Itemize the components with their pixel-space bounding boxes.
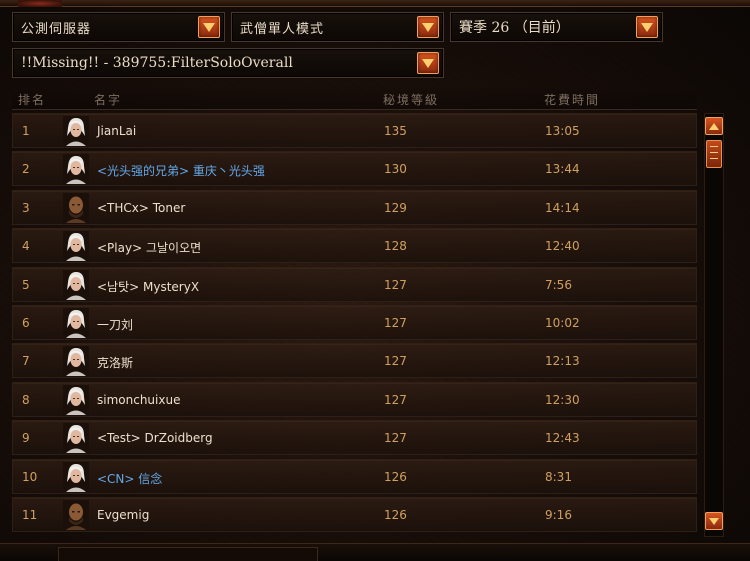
rift-level-cell: 130 [384,162,407,177]
top-ornament [18,0,62,7]
white-hair-monk-portrait-icon [63,346,89,377]
white-hair-monk-portrait-icon [63,231,89,262]
chevron-down-icon[interactable] [417,52,439,74]
time-cell: 13:44 [545,162,580,177]
player-name[interactable]: <CN> 信念 [97,470,162,487]
rift-level-cell: 127 [384,354,407,369]
rank-cell: 1 [22,124,30,138]
arrow-up-icon[interactable] [705,117,723,135]
time-cell: 12:43 [545,431,580,446]
leaderboard-type-dropdown[interactable]: !!Missing!! - 389755:FilterSoloOverall [12,48,444,78]
rank-cell: 8 [22,392,30,407]
table-row[interactable]: 8 simonchuixue 127 12:30 [12,381,697,417]
leaderboard-list: 1 JianLai 135 13:05 2 <光头强的兄弟> 重庆丶光头强 130 13:44… [12,113,697,535]
rank-cell: 11 [22,507,38,522]
column-header-time: 花費時間 [544,93,601,107]
rank-cell: 2 [22,162,30,177]
time-cell: 13:05 [545,124,580,138]
white-hair-monk-portrait-icon [63,461,89,492]
bald-bearded-monk-portrait-icon [63,192,89,223]
rift-level-cell: 129 [384,200,407,215]
chevron-down-icon[interactable] [198,16,220,38]
time-cell: 9:16 [545,507,572,522]
rank-cell: 6 [22,315,30,330]
rank-cell: 7 [22,354,30,369]
rift-level-cell: 128 [384,239,407,254]
white-hair-monk-portrait-icon [63,307,89,338]
table-row[interactable]: 3 <THCx> Toner 129 14:14 [12,189,697,225]
player-name[interactable]: 克洛斯 [97,354,133,371]
mode-dropdown-label: 武僧單人模式 [240,21,325,37]
table-row[interactable]: 1 JianLai 135 13:05 [12,113,697,148]
rift-level-cell: 126 [384,469,407,484]
server-dropdown-label: 公測伺服器 [21,21,92,37]
table-row[interactable]: 4 <Play> 그날이오면 128 12:40 [12,228,697,264]
server-dropdown[interactable]: 公測伺服器 [12,12,225,42]
rank-cell: 10 [22,469,38,484]
rank-cell: 5 [22,277,30,292]
bottom-tab [58,547,318,561]
column-header-name: 名字 [94,93,123,107]
scrollbar-track[interactable] [704,113,724,537]
table-row[interactable]: 9 <Test> DrZoidberg 127 12:43 [12,420,697,456]
player-name[interactable]: <Test> DrZoidberg [97,431,213,445]
table-row[interactable]: 7 克洛斯 127 12:13 [12,343,697,379]
arrow-down-icon[interactable] [705,512,723,530]
rift-level-cell: 127 [384,431,407,446]
rank-cell: 4 [22,239,30,254]
time-cell: 12:30 [545,392,580,407]
season-dropdown-label: 賽季 26 （目前） [459,20,570,36]
rift-level-cell: 127 [384,277,407,292]
column-header-bar: 排名 名字 秘境等級 花費時間 [12,86,697,110]
table-row[interactable]: 10 <CN> 信念 126 8:31 [12,458,697,494]
rank-cell: 9 [22,431,30,446]
white-hair-monk-portrait-icon [63,116,89,146]
table-row[interactable]: 5 <남탓> MysteryX 127 7:56 [12,266,697,302]
time-cell: 7:56 [545,277,572,292]
time-cell: 12:13 [545,354,580,369]
top-frame-trim [0,0,750,7]
player-name[interactable]: JianLai [97,124,136,138]
white-hair-monk-portrait-icon [63,384,89,415]
bald-bearded-monk-portrait-icon [63,499,89,530]
scrollbar-thumb[interactable] [706,140,722,168]
leaderboard-type-label: !!Missing!! - 389755:FilterSoloOverall [21,55,293,71]
table-row[interactable]: 6 一刀刘 127 10:02 [12,304,697,340]
column-header-rank: 排名 [18,93,47,107]
player-name[interactable]: 一刀刘 [97,316,133,333]
time-cell: 12:40 [545,239,580,254]
time-cell: 10:02 [545,315,580,330]
player-name[interactable]: Evgemig [97,508,149,522]
mode-dropdown[interactable]: 武僧單人模式 [231,12,444,42]
rift-level-cell: 135 [384,124,407,138]
rank-cell: 3 [22,200,30,215]
white-hair-monk-portrait-icon [63,154,89,185]
player-name[interactable]: simonchuixue [97,393,180,407]
time-cell: 8:31 [545,469,572,484]
table-row[interactable]: 2 <光头强的兄弟> 重庆丶光头强 130 13:44 [12,151,697,187]
column-header-level: 秘境等級 [383,93,440,107]
table-row[interactable]: 11 Evgemig 126 9:16 [12,496,697,532]
player-name[interactable]: <Play> 그날이오면 [97,239,201,256]
rift-level-cell: 127 [384,392,407,407]
player-name[interactable]: <THCx> Toner [97,201,185,215]
chevron-down-icon[interactable] [636,16,658,38]
white-hair-monk-portrait-icon [63,269,89,300]
player-name[interactable]: <남탓> MysteryX [97,278,199,295]
player-name[interactable]: <光头强的兄弟> 重庆丶光头强 [97,162,265,179]
white-hair-monk-portrait-icon [63,423,89,454]
season-dropdown[interactable]: 賽季 26 （目前） [450,12,663,42]
time-cell: 14:14 [545,200,580,215]
rift-level-cell: 126 [384,507,407,522]
chevron-down-icon[interactable] [417,16,439,38]
rift-level-cell: 127 [384,315,407,330]
